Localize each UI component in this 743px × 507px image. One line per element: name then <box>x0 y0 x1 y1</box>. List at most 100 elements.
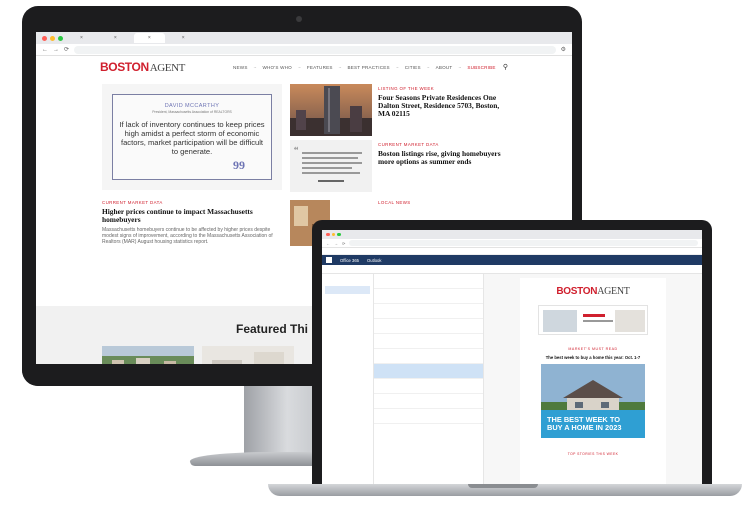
folder-item[interactable] <box>325 294 370 302</box>
nav-subscribe[interactable]: SUBSCRIBE <box>467 65 495 70</box>
address-bar: ← → ⟳ ⚙ <box>36 44 572 56</box>
list-item[interactable] <box>374 304 483 319</box>
email-headline[interactable]: The best week to buy a home this year: O… <box>520 355 666 360</box>
newsletter-email: BOSTONAGENT MARKET'S MUST READ The best … <box>520 278 666 484</box>
reading-pane: BOSTONAGENT MARKET'S MUST READ The best … <box>484 274 702 484</box>
laptop-tabbar <box>322 230 702 239</box>
email-hero-banner: THE BEST WEEK TO BUY A HOME IN 2023 <box>541 410 645 438</box>
browser-tab[interactable]: × <box>100 33 131 43</box>
local-news-article[interactable]: LOCAL NEWS <box>378 200 438 205</box>
tower-image <box>290 84 372 136</box>
local-kicker: LOCAL NEWS <box>378 200 411 205</box>
email-logo[interactable]: BOSTONAGENT <box>520 286 666 297</box>
list-item[interactable] <box>374 274 483 289</box>
quote-mark: 99 <box>233 158 245 172</box>
featured-title: Featured Thi <box>236 322 309 336</box>
laptop-notch <box>468 484 538 488</box>
email-footer-label: TOP STORIES THIS WEEK <box>567 452 619 456</box>
featured-photo-neighborhood[interactable] <box>102 346 194 364</box>
folder-item[interactable] <box>325 318 370 326</box>
email-logo-agent: AGENT <box>597 286 630 297</box>
market-quote-thumb[interactable]: “ <box>290 140 372 192</box>
extension-icon[interactable]: ⚙ <box>561 46 566 53</box>
app-launcher-icon[interactable] <box>326 257 332 263</box>
listing-headline[interactable]: Four Seasons Private Residences One Dalt… <box>378 93 508 119</box>
quote-frame: DAVID MCCARTHY President, Massachusetts … <box>112 94 272 180</box>
browser-tab[interactable]: × <box>66 33 97 43</box>
quote-card[interactable]: DAVID MCCARTHY President, Massachusetts … <box>102 84 282 190</box>
listing-kicker: LISTING OF THE WEEK <box>378 86 435 91</box>
search-icon[interactable]: ⚲ <box>503 63 508 71</box>
logo-agent: AGENT <box>149 62 186 74</box>
listing-photo[interactable] <box>290 84 372 136</box>
browser-tabbar: × × × × <box>36 32 572 44</box>
nav-news[interactable]: NEWS <box>233 65 248 70</box>
ad-image <box>543 310 645 332</box>
listing-article[interactable]: LISTING OF THE WEEK Four Seasons Private… <box>378 86 508 119</box>
folder-item-selected[interactable] <box>325 286 370 294</box>
url-field[interactable] <box>349 240 698 246</box>
browser-tab[interactable]: × <box>168 33 199 43</box>
nav-features[interactable]: FEATURES <box>307 65 333 70</box>
reload-icon[interactable]: ⟳ <box>64 46 69 53</box>
back-icon[interactable]: ← <box>326 241 330 246</box>
folder-pane <box>322 274 374 484</box>
site-logo[interactable]: BOSTONAGENT <box>100 60 185 74</box>
quote-text: If lack of inventory continues to keep p… <box>119 120 265 156</box>
higher-headline[interactable]: Higher prices continue to impact Massach… <box>102 207 282 224</box>
quote-thumb-image: “ <box>294 146 362 182</box>
list-item[interactable] <box>374 289 483 304</box>
nav-best-practices[interactable]: BEST PRACTICES <box>348 65 390 70</box>
site-header: BOSTONAGENT NEWS ~ WHO'S WHO ~ FEATURES ~ B… <box>36 56 572 78</box>
zoom-dot[interactable] <box>58 35 63 41</box>
market-headline[interactable]: Boston listings rise, giving homebuyers … <box>378 149 508 166</box>
list-item[interactable] <box>374 409 483 424</box>
higher-prices-article[interactable]: CURRENT MARKET DATA Higher prices contin… <box>102 200 282 245</box>
promo-composite: × × × × ← → ⟳ ⚙ BOSTONAGENT NEWS ~ WHO'S … <box>0 0 743 507</box>
laptop-address-bar: ← → ⟳ <box>322 239 702 248</box>
logo-main: BOSTON <box>100 60 149 74</box>
message-list <box>374 274 484 484</box>
higher-kicker: CURRENT MARKET DATA <box>102 200 163 205</box>
market-article[interactable]: CURRENT MARKET DATA Boston listings rise… <box>378 142 508 166</box>
list-item[interactable] <box>374 319 483 334</box>
list-item[interactable] <box>374 379 483 394</box>
nav-cities[interactable]: CITIES <box>405 65 421 70</box>
url-field[interactable] <box>74 45 556 54</box>
nav-about[interactable]: ABOUT <box>436 65 453 70</box>
list-item[interactable] <box>374 394 483 409</box>
folder-item[interactable] <box>325 278 370 286</box>
email-logo-main: BOSTON <box>556 286 598 297</box>
email-hero[interactable]: THE BEST WEEK TO BUY A HOME IN 2023 <box>541 364 645 438</box>
main-nav: NEWS ~ WHO'S WHO ~ FEATURES ~ BEST PRACTICE… <box>233 64 496 70</box>
svg-text:“: “ <box>294 146 299 157</box>
market-kicker: CURRENT MARKET DATA <box>378 142 439 147</box>
folder-item[interactable] <box>325 310 370 318</box>
minimize-dot[interactable] <box>331 232 335 237</box>
quote-role: President, Massachusetts Association of … <box>152 110 232 114</box>
back-icon[interactable]: ← <box>42 47 48 53</box>
minimize-dot[interactable] <box>50 35 55 41</box>
forward-icon[interactable]: → <box>334 241 338 246</box>
featured-photo-interior[interactable] <box>202 346 294 364</box>
list-item[interactable] <box>374 334 483 349</box>
folder-item[interactable] <box>325 334 370 342</box>
app-section[interactable]: Outlook <box>367 258 381 263</box>
app-name: Office 365 <box>340 257 360 263</box>
quote-author: DAVID MCCARTHY <box>164 103 220 109</box>
folder-item[interactable] <box>325 302 370 310</box>
list-item-selected[interactable] <box>374 364 483 379</box>
email-section-label: MARKET'S MUST READ <box>568 347 618 351</box>
outlook-topbar: Office 365 Outlook <box>322 255 702 265</box>
folder-item[interactable] <box>325 326 370 334</box>
list-item[interactable] <box>374 349 483 364</box>
browser-tab-active[interactable]: × <box>133 33 165 43</box>
nav-whos-who[interactable]: WHO'S WHO <box>262 65 291 70</box>
email-ad-banner[interactable] <box>538 305 648 335</box>
higher-dek: Massachusetts homebuyers continue to be … <box>102 227 273 246</box>
zoom-dot[interactable] <box>337 232 341 237</box>
close-dot[interactable] <box>42 35 47 41</box>
forward-icon[interactable]: → <box>53 47 59 53</box>
reload-icon[interactable]: ⟳ <box>342 241 345 246</box>
close-dot[interactable] <box>326 232 330 237</box>
